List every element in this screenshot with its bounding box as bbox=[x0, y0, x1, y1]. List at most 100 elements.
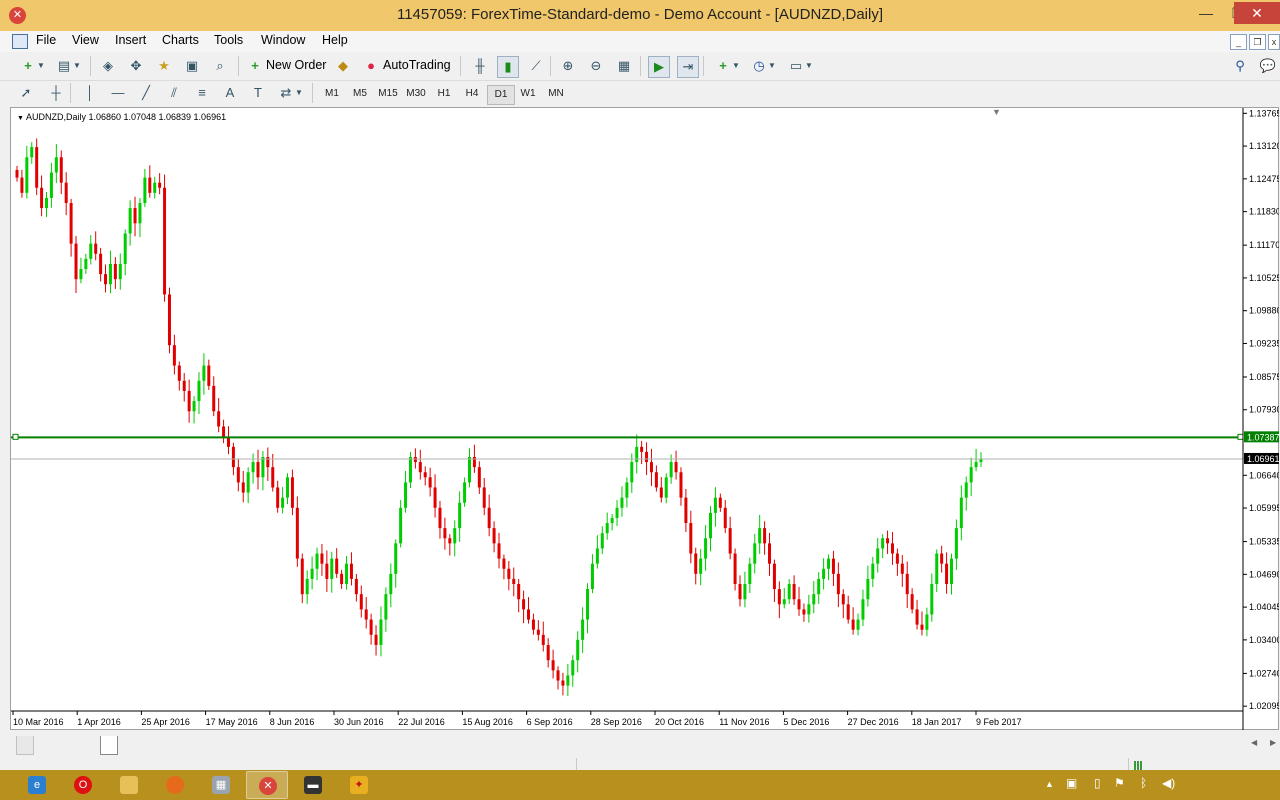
new-order-button[interactable]: New Order bbox=[266, 58, 326, 72]
favorites-icon[interactable]: ★ bbox=[154, 56, 174, 76]
chevron-down-icon[interactable]: ▼ bbox=[294, 83, 304, 103]
tray-network-icon[interactable]: ▣ bbox=[1066, 776, 1077, 790]
arrows-icon[interactable]: ⇄ bbox=[276, 83, 296, 103]
equidistant-channel-icon[interactable]: ⫽ bbox=[164, 83, 184, 103]
candle bbox=[290, 469, 294, 516]
autotrading-icon[interactable]: ● bbox=[361, 56, 381, 76]
indicators-icon[interactable]: + bbox=[713, 56, 733, 76]
horizontal-line-icon[interactable]: — bbox=[108, 83, 128, 103]
chevron-down-icon[interactable]: ▼ bbox=[731, 56, 741, 76]
hline-handle-right[interactable] bbox=[1237, 433, 1244, 440]
candle-body bbox=[133, 208, 137, 224]
text-label-icon[interactable]: T bbox=[248, 83, 268, 103]
hline-handle-left[interactable] bbox=[12, 433, 19, 440]
taskbar-opera[interactable]: O bbox=[62, 771, 104, 799]
candle bbox=[359, 585, 363, 618]
tray-expand-icon[interactable]: ▲ bbox=[1045, 779, 1054, 789]
mdi-minimize-icon[interactable]: _ bbox=[1230, 34, 1247, 50]
timeframe-w1[interactable]: W1 bbox=[515, 85, 541, 103]
trendline-icon[interactable]: ╱ bbox=[136, 83, 156, 103]
new-order-icon[interactable]: + bbox=[245, 56, 265, 76]
tab-gbpusd-h4[interactable] bbox=[16, 736, 34, 755]
crosshair-icon[interactable]: ┼ bbox=[46, 83, 66, 103]
strategy-tester-icon[interactable]: ⌕ bbox=[210, 56, 230, 76]
timeframe-h4[interactable]: H4 bbox=[459, 85, 485, 103]
chevron-down-icon[interactable]: ▼ bbox=[767, 56, 777, 76]
taskbar-media[interactable]: ▬ bbox=[292, 771, 334, 799]
close-icon[interactable]: ✕ bbox=[1234, 2, 1280, 24]
periods-clock-icon[interactable]: ◷ bbox=[749, 56, 769, 76]
price-chart[interactable]: 1.07387 1.06961 1.13765 1.13120 1.12475 1.11… bbox=[11, 108, 1279, 730]
timeframe-d1[interactable]: D1 bbox=[487, 85, 515, 105]
candle bbox=[487, 494, 491, 537]
timeframe-m15[interactable]: M15 bbox=[375, 85, 401, 103]
menu-tools[interactable]: Tools bbox=[212, 33, 245, 47]
candle bbox=[546, 638, 550, 668]
navigator-icon[interactable]: ✥ bbox=[126, 56, 146, 76]
mdi-restore-icon[interactable]: ❐ bbox=[1249, 34, 1266, 50]
menu-charts[interactable]: Charts bbox=[160, 33, 201, 47]
chart-window-icon[interactable] bbox=[12, 34, 28, 49]
autotrading-button[interactable]: AutoTrading bbox=[383, 58, 451, 72]
bar-chart-icon[interactable]: ╫ bbox=[470, 56, 490, 76]
taskbar-firefox[interactable] bbox=[154, 771, 196, 799]
mdi-close-icon[interactable]: x bbox=[1268, 34, 1280, 50]
taskbar-explorer[interactable] bbox=[108, 771, 150, 799]
menu-window[interactable]: Window bbox=[259, 33, 307, 47]
chevron-down-icon[interactable]: ▼ bbox=[804, 56, 814, 76]
candle-body bbox=[428, 477, 432, 488]
shift-marker-icon[interactable]: ▼ bbox=[992, 107, 1001, 117]
tile-windows-icon[interactable]: ▦ bbox=[614, 56, 634, 76]
candle-body bbox=[812, 594, 816, 605]
new-chart-icon[interactable]: + bbox=[18, 56, 38, 76]
candle bbox=[930, 573, 934, 622]
chat-icon[interactable]: 💬 bbox=[1258, 56, 1278, 76]
profiles-icon[interactable]: ▤ bbox=[54, 56, 74, 76]
market-watch-icon[interactable]: ◈ bbox=[98, 56, 118, 76]
templates-icon[interactable]: ▭ bbox=[786, 56, 806, 76]
taskbar-metatrader[interactable]: ✕ bbox=[246, 771, 288, 799]
tab-scroll-right-icon[interactable]: ▶ bbox=[1270, 738, 1276, 747]
timeframe-h1[interactable]: H1 bbox=[431, 85, 457, 103]
chart-menu-icon[interactable]: ▼ bbox=[17, 115, 24, 122]
taskbar-app[interactable]: ✦ bbox=[338, 771, 380, 799]
candle bbox=[871, 556, 875, 588]
chart-window[interactable]: 1.07387 1.06961 1.13765 1.13120 1.12475 1.11… bbox=[10, 107, 1279, 730]
menu-view[interactable]: View bbox=[70, 33, 101, 47]
zoom-out-icon[interactable]: ⊖ bbox=[586, 56, 606, 76]
vertical-line-icon[interactable]: │ bbox=[80, 83, 100, 103]
zoom-in-icon[interactable]: ⊕ bbox=[558, 56, 578, 76]
chart-shift-icon[interactable]: ⇥ bbox=[677, 56, 699, 78]
candle-body bbox=[758, 528, 762, 544]
menu-file[interactable]: File bbox=[34, 33, 58, 47]
tray-flag-icon[interactable]: ⚑ bbox=[1114, 776, 1125, 790]
tab-audnzd-daily[interactable] bbox=[100, 736, 118, 755]
text-icon[interactable]: A bbox=[220, 83, 240, 103]
taskbar-calculator[interactable]: ▦ bbox=[200, 771, 242, 799]
taskbar-ie[interactable]: e bbox=[16, 771, 58, 799]
candle-body bbox=[895, 553, 899, 564]
terminal-icon[interactable]: ▣ bbox=[182, 56, 202, 76]
candlestick-chart-icon[interactable]: ▮ bbox=[497, 56, 519, 78]
menu-help[interactable]: Help bbox=[320, 33, 350, 47]
search-icon[interactable]: ⚲ bbox=[1230, 56, 1250, 76]
chevron-down-icon[interactable]: ▼ bbox=[72, 56, 82, 76]
timeframe-mn[interactable]: MN bbox=[543, 85, 569, 103]
timeframe-m1[interactable]: M1 bbox=[319, 85, 345, 103]
tray-battery-icon[interactable]: ▯ bbox=[1094, 776, 1101, 790]
cursor-icon[interactable]: ➚ bbox=[16, 83, 36, 103]
minimize-icon[interactable]: — bbox=[1188, 2, 1224, 24]
chevron-down-icon[interactable]: ▼ bbox=[36, 56, 46, 76]
fibonacci-icon[interactable]: ≡ bbox=[192, 83, 212, 103]
candle-body bbox=[571, 660, 575, 676]
tray-volume-icon[interactable]: ◀) bbox=[1162, 776, 1175, 790]
metaeditor-icon[interactable]: ◆ bbox=[333, 56, 353, 76]
tab-scroll-left-icon[interactable]: ◀ bbox=[1251, 738, 1257, 747]
line-chart-icon[interactable]: ⟋ bbox=[526, 56, 546, 76]
timeframe-m30[interactable]: M30 bbox=[403, 85, 429, 103]
tray-bluetooth-icon[interactable]: ᛒ bbox=[1140, 776, 1147, 790]
auto-scroll-icon[interactable]: ▶ bbox=[648, 56, 670, 78]
candle bbox=[15, 165, 19, 182]
menu-insert[interactable]: Insert bbox=[113, 33, 148, 47]
timeframe-m5[interactable]: M5 bbox=[347, 85, 373, 103]
